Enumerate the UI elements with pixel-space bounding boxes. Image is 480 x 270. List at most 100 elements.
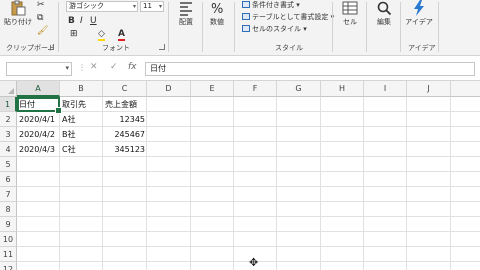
- column-header-g[interactable]: G: [277, 81, 321, 97]
- column-header-d[interactable]: D: [147, 81, 191, 97]
- underline-icon[interactable]: U: [90, 16, 97, 26]
- gridline: [320, 97, 321, 270]
- cell-a3[interactable]: 2020/4/2: [17, 127, 60, 142]
- separator: [366, 2, 367, 52]
- ribbon: 貼り付け ✂ ⧉ 🖌 クリップボード 游ゴシック ▾ 11 ▾ B I U ⊞ …: [0, 0, 480, 56]
- row-header-12[interactable]: 12: [0, 262, 17, 270]
- number-label: 数値: [210, 18, 224, 26]
- name-box[interactable]: ▾: [6, 62, 72, 76]
- format-as-table-label: テーブルとして書式設定: [252, 13, 329, 21]
- column-header-e[interactable]: E: [191, 81, 234, 97]
- row-header-6[interactable]: 6: [0, 172, 17, 187]
- lightning-icon: [414, 0, 424, 16]
- gridline: [17, 216, 480, 217]
- separator: [202, 2, 203, 52]
- row-header-2[interactable]: 2: [0, 112, 17, 127]
- alignment-label: 配置: [179, 18, 193, 26]
- column-header-i[interactable]: I: [364, 81, 407, 97]
- cell-b3[interactable]: B社: [60, 127, 103, 142]
- gridline: [450, 97, 451, 270]
- italic-icon[interactable]: I: [80, 16, 83, 26]
- ideas-group-label: アイデア: [408, 44, 436, 52]
- row-header-4[interactable]: 4: [0, 142, 17, 157]
- row-header-8[interactable]: 8: [0, 202, 17, 217]
- chevron-down-icon: ▾: [132, 3, 136, 10]
- number-format-button[interactable]: % 数値: [206, 0, 228, 26]
- cell-c2[interactable]: 12345: [103, 112, 147, 127]
- cell-style-icon: [242, 25, 250, 32]
- conditional-format-icon: [242, 1, 250, 8]
- clipboard-paste-icon: [11, 0, 26, 16]
- gridline: [363, 97, 364, 270]
- row-header-5[interactable]: 5: [0, 157, 17, 172]
- column-header-c[interactable]: C: [103, 81, 147, 97]
- format-as-table-button[interactable]: テーブルとして書式設定 ▾: [242, 13, 334, 22]
- active-cell-selection[interactable]: [17, 97, 62, 114]
- gridline: [17, 246, 480, 247]
- column-header-h[interactable]: H: [321, 81, 364, 97]
- gridline: [17, 171, 480, 172]
- gridline: [17, 231, 480, 232]
- format-painter-icon[interactable]: 🖌: [37, 26, 48, 36]
- row-header-9[interactable]: 9: [0, 217, 17, 232]
- cell-b2[interactable]: A社: [60, 112, 103, 127]
- fx-icon[interactable]: fx: [128, 62, 137, 72]
- conditional-format-button[interactable]: 条件付き書式 ▾: [242, 1, 300, 10]
- percent-icon: %: [211, 2, 223, 16]
- paste-button[interactable]: 貼り付け: [3, 0, 33, 26]
- borders-icon[interactable]: ⊞: [70, 29, 78, 39]
- separator: [332, 2, 333, 52]
- row-header-1[interactable]: 1: [0, 97, 17, 112]
- font-color-icon[interactable]: A: [118, 29, 125, 41]
- row-header-10[interactable]: 10: [0, 232, 17, 247]
- cell-c1[interactable]: 売上金額: [103, 97, 147, 112]
- gridline: [190, 97, 191, 270]
- cell-c3[interactable]: 245467: [103, 127, 147, 142]
- row-header-3[interactable]: 3: [0, 127, 17, 142]
- column-header-f[interactable]: F: [234, 81, 277, 97]
- cells-button[interactable]: セル: [338, 0, 362, 26]
- cell-b1[interactable]: 取引先: [60, 97, 103, 112]
- clipboard-launcher[interactable]: [48, 44, 54, 50]
- column-header-j[interactable]: J: [407, 81, 451, 97]
- paste-label: 貼り付け: [4, 18, 32, 26]
- cell-styles-button[interactable]: セルのスタイル ▾: [242, 25, 307, 34]
- cells-label: セル: [343, 18, 357, 26]
- column-header-a[interactable]: A: [17, 81, 60, 97]
- select-all-corner[interactable]: [0, 81, 17, 97]
- row-header-11[interactable]: 11: [0, 247, 17, 262]
- cell-b4[interactable]: C社: [60, 142, 103, 157]
- svg-text:%: %: [211, 2, 223, 16]
- font-name-value: 游ゴシック: [69, 2, 104, 10]
- font-launcher[interactable]: [159, 44, 165, 50]
- cell-styles-label: セルのスタイル: [252, 25, 301, 33]
- bold-icon[interactable]: B: [68, 16, 75, 26]
- editing-button[interactable]: 編集: [372, 0, 396, 26]
- separator: [234, 2, 235, 52]
- check-icon[interactable]: ✓: [110, 62, 118, 72]
- font-name-select[interactable]: 游ゴシック ▾: [66, 1, 138, 12]
- worksheet-grid[interactable]: A B C D E F G H I J 1 2 3 4 5 6 7 8 9 10…: [0, 81, 480, 270]
- font-size-value: 11: [143, 2, 152, 10]
- cell-c4[interactable]: 345123: [103, 142, 147, 157]
- formula-input[interactable]: 日付: [145, 62, 475, 76]
- font-group-label: フォント: [102, 44, 130, 52]
- formula-bar-grip[interactable]: ⋮: [78, 63, 86, 72]
- cancel-icon[interactable]: ✕: [90, 62, 98, 72]
- row-header-7[interactable]: 7: [0, 187, 17, 202]
- cell-a4[interactable]: 2020/4/3: [17, 142, 60, 157]
- copy-icon[interactable]: ⧉: [37, 13, 43, 23]
- gridline: [233, 97, 234, 270]
- search-icon: [377, 1, 392, 16]
- alignment-button[interactable]: 配置: [174, 0, 198, 26]
- gridline: [276, 97, 277, 270]
- font-size-select[interactable]: 11 ▾: [140, 1, 164, 12]
- gridline: [17, 201, 480, 202]
- conditional-format-label: 条件付き書式: [252, 1, 294, 9]
- alignment-icon: [180, 2, 192, 16]
- ideas-button[interactable]: アイデア: [404, 0, 434, 26]
- fill-color-icon[interactable]: ◇: [98, 29, 105, 41]
- column-header-b[interactable]: B: [60, 81, 103, 97]
- scissors-icon[interactable]: ✂: [37, 0, 45, 10]
- cell-a2[interactable]: 2020/4/1: [17, 112, 60, 127]
